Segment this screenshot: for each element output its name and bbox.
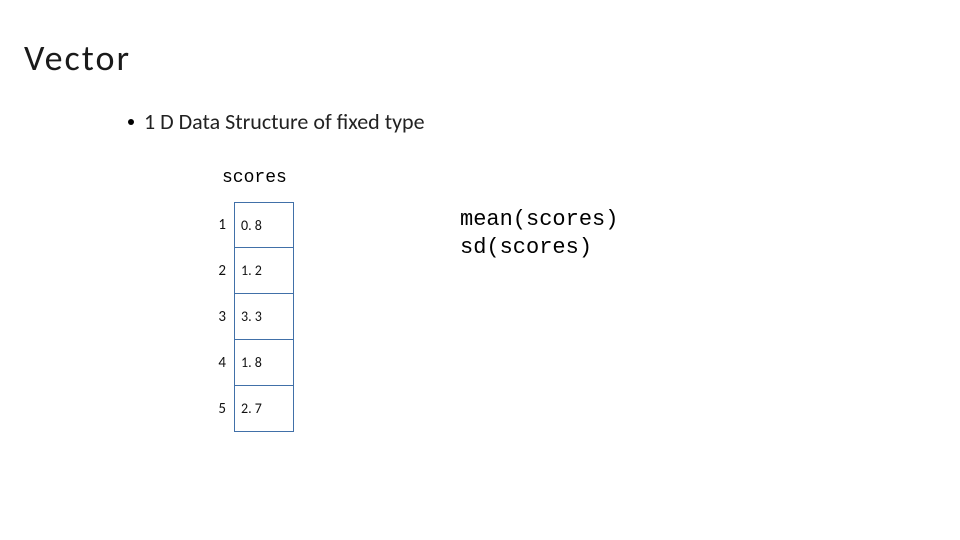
vector-row: 2 1. 2: [202, 248, 294, 294]
vector-cell: 2. 7: [234, 386, 294, 432]
vector-row: 4 1. 8: [202, 340, 294, 386]
slide-title: Vector: [24, 36, 131, 80]
bullet-icon: [128, 119, 134, 125]
code-line: mean(scores): [460, 207, 618, 232]
bullet-line: 1 D Data Structure of fixed type: [128, 108, 425, 135]
code-line: sd(scores): [460, 235, 592, 260]
vector-table: 1 0. 8 2 1. 2 3 3. 3 4 1. 8 5 2. 7: [202, 202, 294, 432]
code-block: mean(scores) sd(scores): [460, 206, 618, 261]
vector-index: 2: [202, 248, 234, 294]
bullet-text: 1 D Data Structure of fixed type: [144, 108, 425, 135]
vector-cell: 1. 2: [234, 248, 294, 294]
vector-row: 1 0. 8: [202, 202, 294, 248]
vector-row: 5 2. 7: [202, 386, 294, 432]
vector-cell: 0. 8: [234, 202, 294, 248]
vector-name-label: scores: [222, 168, 287, 188]
vector-index: 3: [202, 294, 234, 340]
vector-index: 1: [202, 202, 234, 248]
slide: Vector 1 D Data Structure of fixed type …: [0, 0, 960, 540]
vector-cell: 3. 3: [234, 294, 294, 340]
vector-index: 5: [202, 386, 234, 432]
vector-cell: 1. 8: [234, 340, 294, 386]
vector-index: 4: [202, 340, 234, 386]
vector-row: 3 3. 3: [202, 294, 294, 340]
